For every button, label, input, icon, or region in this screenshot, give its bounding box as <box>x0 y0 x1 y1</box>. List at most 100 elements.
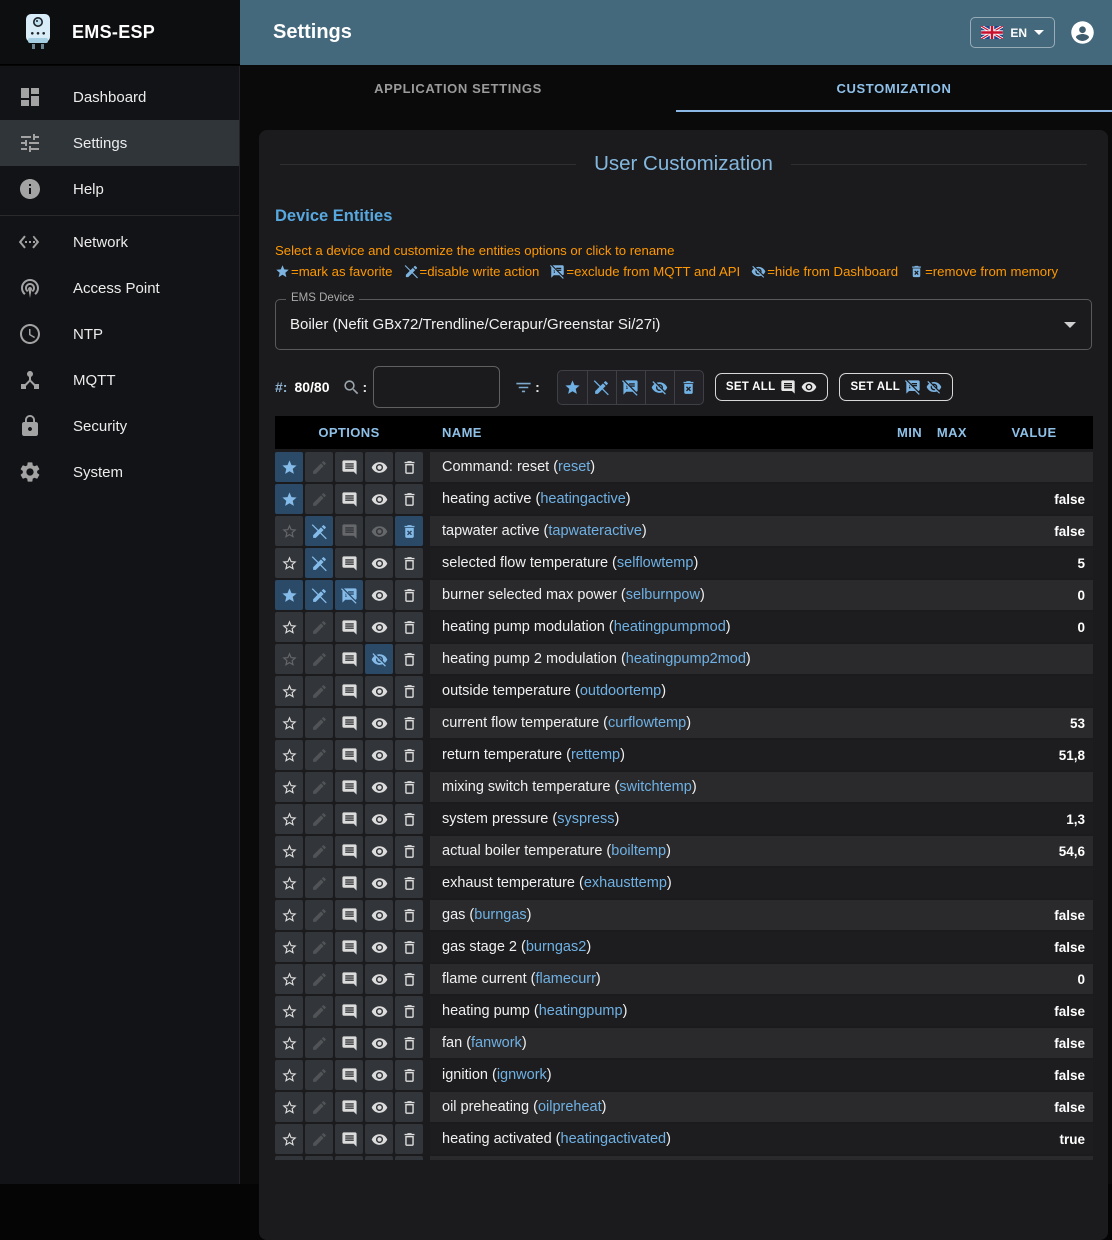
visibility-toggle[interactable] <box>365 772 393 802</box>
write-toggle[interactable] <box>305 1060 333 1090</box>
visibility-toggle[interactable] <box>365 580 393 610</box>
write-toggle[interactable] <box>305 676 333 706</box>
set-all-hide-button[interactable]: SET ALL <box>839 373 953 401</box>
visibility-toggle[interactable] <box>365 548 393 578</box>
mqtt-toggle[interactable] <box>335 516 363 546</box>
favorite-toggle[interactable] <box>275 644 303 674</box>
mqtt-toggle[interactable] <box>335 1028 363 1058</box>
entity-name[interactable]: mixing switch temperature (switchtemp) <box>442 779 885 795</box>
mqtt-toggle[interactable] <box>335 1156 363 1160</box>
mqtt-toggle[interactable] <box>335 964 363 994</box>
entity-shortname-link[interactable]: selflowtemp <box>617 555 694 571</box>
entity-shortname-link[interactable]: heatingpump <box>539 1003 623 1019</box>
write-toggle[interactable] <box>305 484 333 514</box>
favorite-toggle[interactable] <box>275 580 303 610</box>
memory-toggle[interactable] <box>395 1092 423 1122</box>
sidebar-item-dashboard[interactable]: Dashboard <box>0 74 239 120</box>
write-toggle[interactable] <box>305 804 333 834</box>
entity-shortname-link[interactable]: heatingactivated <box>561 1131 667 1147</box>
favorite-toggle[interactable] <box>275 964 303 994</box>
language-selector[interactable]: EN <box>970 17 1055 48</box>
write-toggle[interactable] <box>305 708 333 738</box>
mqtt-toggle[interactable] <box>335 452 363 482</box>
entity-name[interactable]: heating pump (heatingpump) <box>442 1003 885 1019</box>
favorite-toggle[interactable] <box>275 1124 303 1154</box>
visibility-toggle[interactable] <box>365 644 393 674</box>
set-all-show-button[interactable]: SET ALL <box>715 373 829 401</box>
sidebar-item-settings[interactable]: Settings <box>0 120 239 166</box>
favorite-toggle[interactable] <box>275 548 303 578</box>
visibility-toggle[interactable] <box>365 740 393 770</box>
mqtt-toggle[interactable] <box>335 804 363 834</box>
write-toggle[interactable] <box>305 772 333 802</box>
mqtt-toggle[interactable] <box>335 772 363 802</box>
entity-name[interactable]: system pressure (syspress) <box>442 811 885 827</box>
favorite-toggle[interactable] <box>275 484 303 514</box>
visibility-toggle[interactable] <box>365 868 393 898</box>
memory-toggle[interactable] <box>395 516 423 546</box>
mqtt-toggle[interactable] <box>335 836 363 866</box>
mqtt-toggle[interactable] <box>335 644 363 674</box>
entity-name[interactable]: tapwater active (tapwateractive) <box>442 523 885 539</box>
entity-shortname-link[interactable]: selburnpow <box>626 587 700 603</box>
write-toggle[interactable] <box>305 900 333 930</box>
mqtt-toggle[interactable] <box>335 676 363 706</box>
entity-shortname-link[interactable]: ignwork <box>497 1067 547 1083</box>
memory-toggle[interactable] <box>395 804 423 834</box>
entity-name[interactable]: exhaust temperature (exhausttemp) <box>442 875 885 891</box>
favorite-toggle[interactable] <box>275 932 303 962</box>
memory-toggle[interactable] <box>395 964 423 994</box>
write-toggle[interactable] <box>305 1092 333 1122</box>
visibility-toggle[interactable] <box>365 1092 393 1122</box>
write-toggle[interactable] <box>305 996 333 1026</box>
favorite-toggle[interactable] <box>275 772 303 802</box>
memory-toggle[interactable] <box>395 612 423 642</box>
memory-toggle[interactable] <box>395 836 423 866</box>
entity-shortname-link[interactable]: rettemp <box>571 747 620 763</box>
entity-name[interactable]: heating activated (heatingactivated) <box>442 1131 885 1147</box>
mqtt-toggle[interactable] <box>335 612 363 642</box>
entity-name[interactable]: Command: reset (reset) <box>442 459 885 475</box>
favorite-toggle[interactable] <box>275 868 303 898</box>
write-toggle[interactable] <box>305 452 333 482</box>
visibility-toggle[interactable] <box>365 676 393 706</box>
sidebar-item-network[interactable]: Network <box>0 219 239 265</box>
entity-shortname-link[interactable]: burngas <box>474 907 526 923</box>
entity-name[interactable]: fan (fanwork) <box>442 1035 885 1051</box>
entity-shortname-link[interactable]: fanwork <box>471 1035 522 1051</box>
write-toggle[interactable] <box>305 1028 333 1058</box>
mqtt-toggle[interactable] <box>335 1092 363 1122</box>
write-toggle[interactable] <box>305 1124 333 1154</box>
visibility-toggle[interactable] <box>365 516 393 546</box>
sidebar-item-system[interactable]: System <box>0 449 239 495</box>
entity-name[interactable]: current flow temperature (curflowtemp) <box>442 715 885 731</box>
entity-name[interactable]: burner selected max power (selburnpow) <box>442 587 885 603</box>
visibility-toggle[interactable] <box>365 932 393 962</box>
sidebar-item-access-point[interactable]: Access Point <box>0 265 239 311</box>
ems-device-select[interactable]: EMS Device Boiler (Nefit GBx72/Trendline… <box>275 299 1092 350</box>
write-filter-button[interactable] <box>587 371 616 404</box>
entity-name[interactable]: ignition (ignwork) <box>442 1067 885 1083</box>
memory-toggle[interactable] <box>395 676 423 706</box>
visibility-toggle[interactable] <box>365 964 393 994</box>
entity-shortname-link[interactable]: syspress <box>557 811 614 827</box>
write-toggle[interactable] <box>305 932 333 962</box>
memory-toggle[interactable] <box>395 484 423 514</box>
favorite-toggle[interactable] <box>275 836 303 866</box>
write-toggle[interactable] <box>305 868 333 898</box>
entity-shortname-link[interactable]: curflowtemp <box>608 715 686 731</box>
favorite-filter-button[interactable] <box>558 371 587 404</box>
memory-toggle[interactable] <box>395 1060 423 1090</box>
sidebar-item-help[interactable]: Help <box>0 166 239 212</box>
mqtt-toggle[interactable] <box>335 900 363 930</box>
memory-toggle[interactable] <box>395 1156 423 1160</box>
sidebar-item-mqtt[interactable]: MQTT <box>0 357 239 403</box>
mqtt-toggle[interactable] <box>335 868 363 898</box>
entity-shortname-link[interactable]: heatingpump2mod <box>626 651 746 667</box>
memory-toggle[interactable] <box>395 548 423 578</box>
visibility-toggle[interactable] <box>365 900 393 930</box>
memory-toggle[interactable] <box>395 1028 423 1058</box>
entity-name[interactable]: heating pump modulation (heatingpumpmod) <box>442 619 885 635</box>
entity-name[interactable]: return temperature (rettemp) <box>442 747 885 763</box>
entity-name[interactable]: heating pump 2 modulation (heatingpump2m… <box>442 651 885 667</box>
